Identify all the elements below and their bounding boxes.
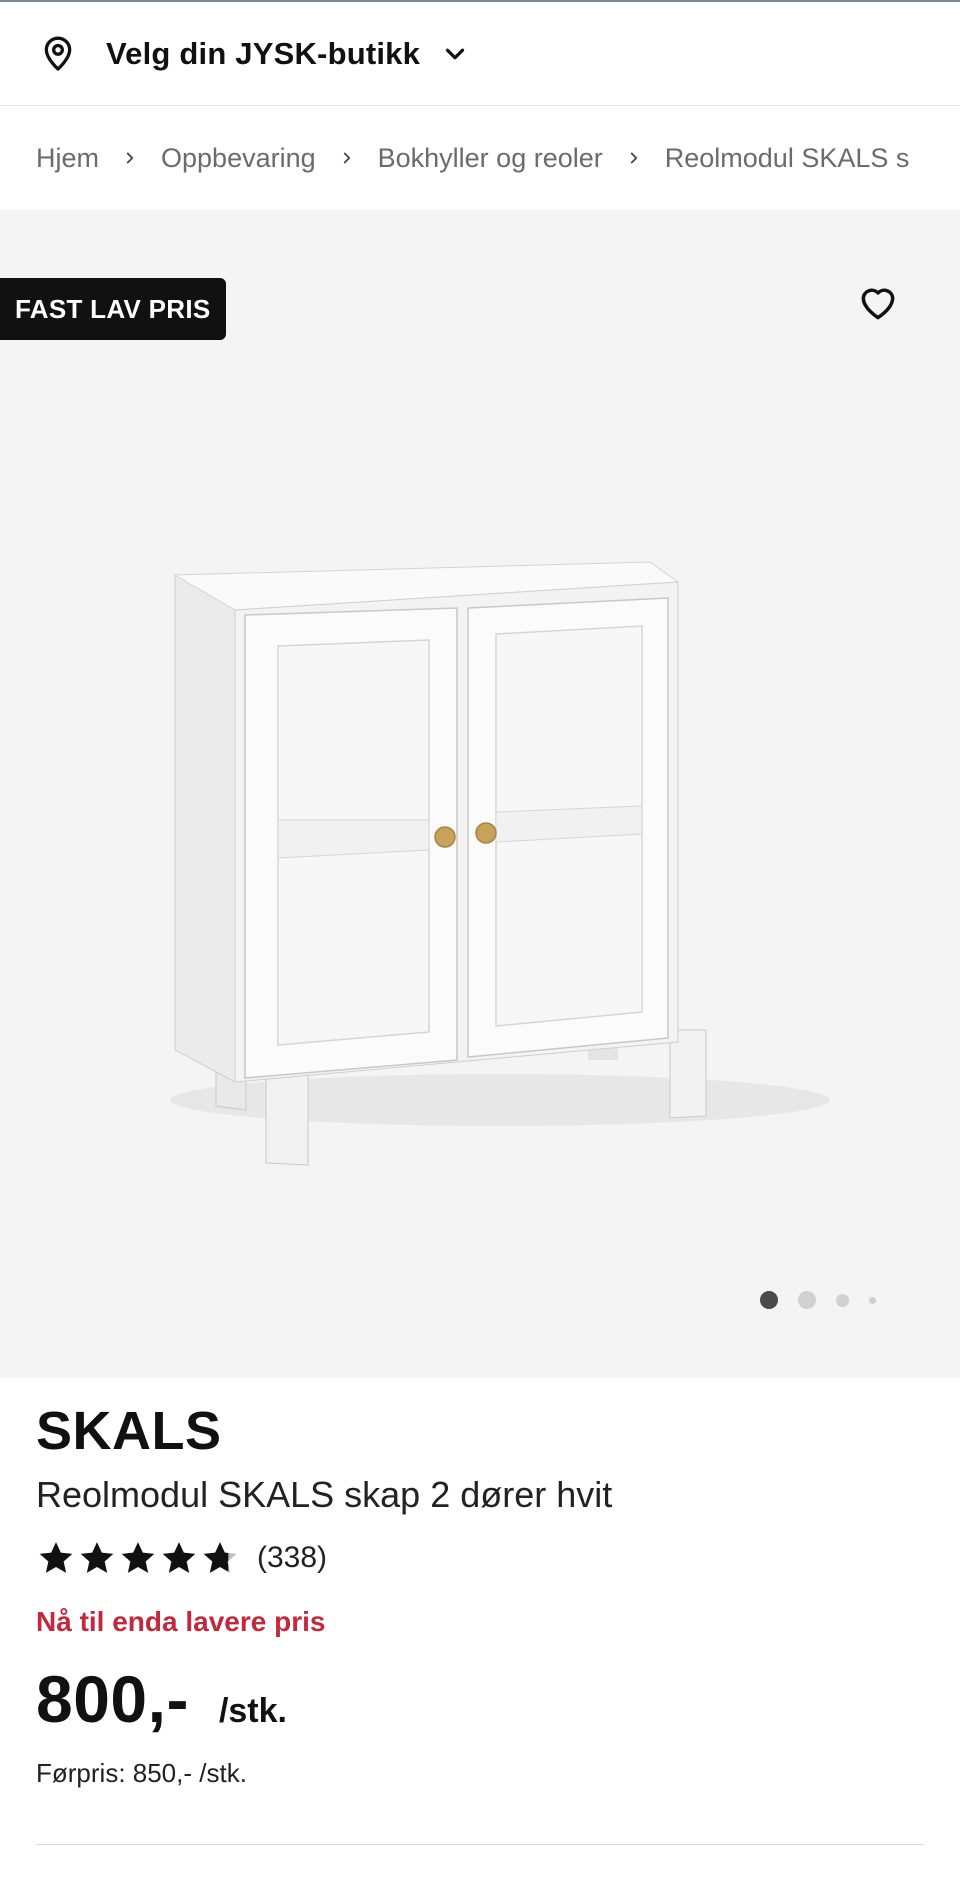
star-partial-icon [203, 1542, 237, 1573]
carousel-dot-active[interactable] [760, 1291, 778, 1309]
carousel-dot[interactable] [869, 1296, 876, 1304]
chevron-right-icon [126, 152, 134, 164]
product-name: Reolmodul SKALS skap 2 dører hvit [36, 1474, 613, 1515]
divider [36, 1844, 924, 1845]
heart-outline-icon[interactable] [856, 280, 900, 324]
location-pin-icon [44, 36, 72, 71]
breadcrumb: Hjem Oppbevaring Bokhyller og reoler Reo… [0, 107, 960, 209]
store-selector[interactable]: Velg din JYSK-butikk [0, 2, 960, 106]
breadcrumb-oppbevaring[interactable]: Oppbevaring [161, 143, 316, 174]
breadcrumb-bokhyller[interactable]: Bokhyller og reoler [378, 143, 603, 174]
rating-count: (338) [257, 1541, 328, 1574]
rating-stars [36, 1538, 241, 1578]
chevron-down-icon [445, 48, 465, 59]
breadcrumb-home[interactable]: Hjem [36, 143, 99, 174]
product-image [170, 561, 830, 1166]
product-price: 800,- [36, 1662, 189, 1736]
breadcrumb-current[interactable]: Reolmodul SKALS s [665, 143, 910, 174]
star-full-icon [39, 1542, 73, 1573]
price-badge: FAST LAV PRIS [0, 278, 226, 340]
store-selector-label: Velg din JYSK-butikk [106, 35, 421, 71]
carousel-indicator[interactable] [760, 1288, 896, 1312]
product-info: SKALS Reolmodul SKALS skap 2 dører hvit … [0, 1378, 960, 1881]
star-full-icon [80, 1542, 114, 1573]
carousel-dot[interactable] [836, 1293, 849, 1307]
price-unit: /stk. [218, 1692, 287, 1730]
product-gallery[interactable]: FAST LAV PRIS [0, 210, 960, 1378]
chevron-right-icon [343, 152, 350, 164]
carousel-dot[interactable] [798, 1291, 816, 1309]
star-full-icon [162, 1542, 196, 1573]
product-rating[interactable]: (338) [36, 1536, 327, 1580]
star-full-icon [121, 1542, 155, 1573]
promo-text: Nå til enda lavere pris [36, 1606, 326, 1637]
previous-price: Førpris: 850,- /stk. [36, 1758, 247, 1788]
chevron-right-icon [630, 152, 637, 164]
price-row: 800,- /stk. [36, 1661, 287, 1737]
product-brand: SKALS [36, 1401, 222, 1461]
